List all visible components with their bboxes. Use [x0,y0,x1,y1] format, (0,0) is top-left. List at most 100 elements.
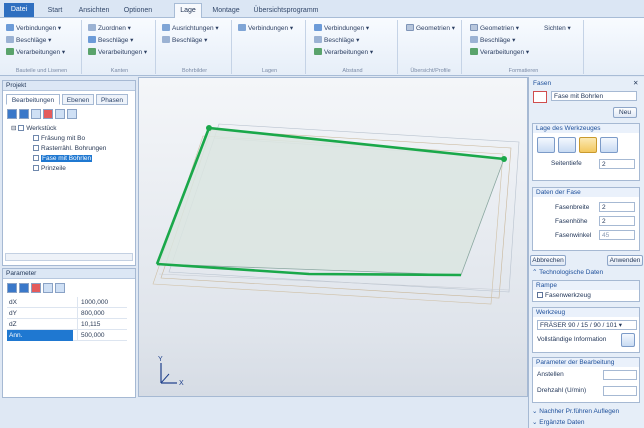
ribbon-item-verarbeitungen-7[interactable]: Verarbeitungen ▾ [470,48,529,58]
close-icon[interactable]: ✕ [633,79,638,87]
technologische-expander[interactable]: ⌃ Technologische Daten [532,268,640,278]
tab-start[interactable]: Start [42,4,68,17]
fasenhoehe-field[interactable]: 2 [599,216,635,226]
move-down-icon[interactable] [19,283,29,293]
ribbon-group-1: Verbindungen ▾ Beschläge ▾ Verarbeitunge… [2,20,82,74]
tree-item-fraesung[interactable]: Fräsung mit Bo [33,134,85,143]
move-down-icon[interactable] [19,109,29,119]
delete-icon[interactable] [43,109,53,119]
copy-icon[interactable] [55,109,65,119]
tab-ansichten[interactable]: Ansichten [74,4,114,17]
workpiece-icon [18,125,25,131]
tree-item-werkstueck[interactable]: ⊟ Werkstück [11,124,56,133]
parameter-panel-title: Parameter [3,269,135,279]
tree-item-bohrungen[interactable]: Rasterrähl. Bohrungen [33,144,106,153]
nachher-expander[interactable]: ⌄ Nachher Pr.führen Auflegen [532,407,640,417]
tool-position-angle-icon[interactable] [600,137,618,153]
horizontal-scrollbar[interactable] [5,253,133,261]
tool-position-center-icon[interactable] [558,137,576,153]
anwenden-button[interactable]: Anwenden [607,255,643,266]
ribbon-item-verbindungen-5[interactable]: Verbindungen ▾ [314,24,369,34]
ribbon-item-ausrichtungen[interactable]: Ausrichtungen ▾ [162,24,219,34]
fasenwerkzeug-checkbox[interactable]: Fasenwerkzeug [537,292,591,299]
anstellwinkel-label: Anstellen [537,371,564,378]
ribbon-group-label: Kanten [110,68,129,74]
ribbon-item-beschlaege-7[interactable]: Beschläge ▾ [470,36,515,46]
ribbon-item-verbindungen[interactable]: Verbindungen ▾ [6,24,61,34]
ribbon-item-beschlaege-5[interactable]: Beschläge ▾ [314,36,359,46]
delete-icon[interactable] [31,283,41,293]
seitentiefe-field[interactable]: 2 [599,159,635,169]
corner-marker [206,125,212,131]
fasenhoehe-label: Fasenhöhe [555,218,588,225]
operation-icon [33,155,39,161]
parameter-bearbeitung-section: Parameter der Bearbeitung Anstellen Dreh… [532,357,640,403]
ribbon-group-label: Abstand [342,68,363,74]
fitting-icon [88,36,96,43]
tab-lage[interactable]: Lage [174,3,202,18]
fasenbreite-label: Fasenbreite [555,204,590,211]
tab-file[interactable]: Datei [4,3,34,17]
workpiece-plate[interactable] [156,127,505,276]
fasenwinkel-label: Fasenwinkel [555,232,592,239]
lage-section-header: Lage des Werkzeuges [533,124,639,133]
neu-button[interactable]: Neu [613,107,637,118]
processing-icon [88,48,96,55]
tab-bearbeitungen[interactable]: Bearbeitungen [6,94,60,105]
z-axis-line [160,373,170,384]
ribbon-item-verarbeitungen[interactable]: Verarbeitungen ▾ [6,48,65,58]
tree-item-prinzeile[interactable]: Prinzeile [33,164,66,173]
tree-item-fase[interactable]: Fase mit Bohrlen [33,154,93,163]
tab-phasen[interactable]: Phasen [96,94,128,105]
param-row[interactable]: dY 800,000 [7,308,127,319]
fasenbreite-field[interactable]: 2 [599,202,635,212]
tab-uebersichtsprogramm[interactable]: Übersichtsprogramm [252,4,320,17]
ribbon-item-geometrien-7[interactable]: Geometrien ▾ [470,24,519,34]
ribbon-item-beschlaege-2[interactable]: Beschläge ▾ [88,36,133,46]
param-row[interactable]: Ann. 500,000 [7,330,127,341]
name-field[interactable]: Fase mit Bohrlen [551,91,637,101]
edit-icon[interactable] [43,283,53,293]
move-up-icon[interactable] [7,109,17,119]
param-row[interactable]: dZ 10,115 [7,319,127,330]
werkzeug-header: Werkzeug [533,308,639,317]
processing-icon [6,48,14,55]
param-row[interactable]: dX 1000,000 [7,297,127,308]
werkzeug-select[interactable]: FRÄSER 90 / 15 / 90 / 101 ▾ [537,320,637,330]
move-up-icon[interactable] [7,283,17,293]
abbrechen-button[interactable]: Abbrechen [530,255,566,266]
tool-position-left-icon[interactable] [537,137,555,153]
anstellwinkel-field[interactable] [603,370,637,380]
edit-icon[interactable] [31,109,41,119]
ribbon-item-geometrien[interactable]: Geometrien ▾ [406,24,455,34]
ribbon-item-verbindungen-4[interactable]: Verbindungen ▾ [238,24,293,34]
close-icon[interactable] [67,109,77,119]
lage-section: Lage des Werkzeuges Seitentiefe 2 [532,123,640,181]
seitentiefe-label: Seitentiefe [551,160,582,167]
parameter-panel: Parameter dX 1000,000 dY 800,000 dZ 10,115 … [2,268,136,398]
ergaenzte-expander[interactable]: ⌄ Ergänzte Daten [532,418,640,428]
fitting-icon [314,36,322,43]
tab-montage[interactable]: Montage [206,4,246,17]
werkzeug-section: Werkzeug FRÄSER 90 / 15 / 90 / 101 ▾ Vol… [532,307,640,353]
ribbon-item-verarbeitungen-5[interactable]: Verarbeitungen ▾ [314,48,373,58]
ribbon-group-3: Ausrichtungen ▾ Beschläge ▾ Bohrbilder [158,20,232,74]
ribbon-item-sichten[interactable]: Sichten ▾ [544,24,571,34]
ribbon-item-beschlaege-3[interactable]: Beschläge ▾ [162,36,207,46]
tool-position-right-icon[interactable] [579,137,597,153]
rampe-header: Rampe [533,281,639,290]
drehzahl-field[interactable] [603,386,637,396]
expand-icon[interactable]: ⊟ [11,125,18,132]
fasenwinkel-field[interactable]: 45 [599,230,635,240]
ribbon-item-beschlaege[interactable]: Beschläge ▾ [6,36,51,46]
tool-info-icon[interactable] [621,333,635,347]
tab-ebenen[interactable]: Ebenen [62,94,94,105]
axis-label-y: Y [158,356,163,363]
ribbon-group-label: Übersicht/Profile [410,68,451,74]
vollstaendige-label: Vollständige Information [537,336,607,343]
ribbon-item-verarbeitungen-2[interactable]: Verarbeitungen ▾ [88,48,147,58]
tab-optionen[interactable]: Optionen [118,4,158,17]
3d-viewport[interactable]: X Y [138,77,528,397]
ribbon-item-zuordnen[interactable]: Zuordnen ▾ [88,24,131,34]
close-icon[interactable] [55,283,65,293]
